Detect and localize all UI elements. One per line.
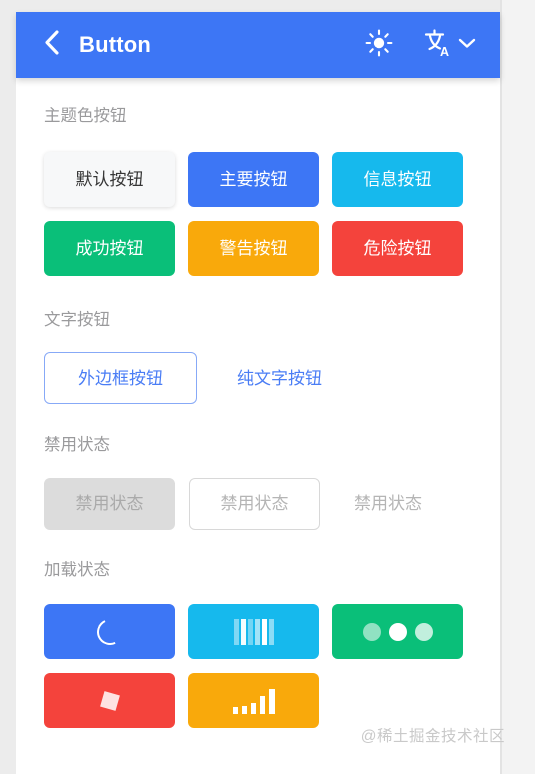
button-outline[interactable]: 外边框按钮 [44, 352, 197, 404]
loading-button-grid [44, 604, 474, 742]
arc-spinner-icon [92, 614, 127, 649]
button-loading-primary[interactable] [44, 604, 175, 659]
chevron-left-icon [43, 29, 60, 61]
back-button[interactable] [40, 29, 62, 61]
button-info[interactable]: 信息按钮 [332, 151, 463, 207]
page-right-gutter [500, 0, 535, 774]
app-page: Button A 主题色按钮 默认按钮 主要按钮 信息按钮 成功按钮 警告按钮 … [0, 0, 535, 774]
language-dropdown-button[interactable] [456, 30, 478, 60]
button-disabled-plain: 禁用状态 [350, 487, 426, 520]
section-title: 禁用状态 [44, 436, 110, 454]
disabled-button-row: 禁用状态 禁用状态 禁用状态 [44, 477, 500, 530]
section-title: 主题色按钮 [44, 107, 127, 125]
button-plain-text[interactable]: 纯文字按钮 [231, 362, 328, 395]
button-success[interactable]: 成功按钮 [44, 220, 175, 276]
section-text-buttons: 文字按钮 外边框按钮 纯文字按钮 [16, 310, 500, 404]
language-button[interactable]: A [420, 28, 454, 62]
navigation-bar: Button A [16, 12, 500, 78]
section-loading-state: 加载状态 [16, 560, 500, 743]
dots-spinner-icon [362, 622, 433, 641]
svg-text:A: A [440, 45, 449, 59]
button-disabled-filled: 禁用状态 [44, 477, 175, 530]
button-disabled-outline: 禁用状态 [189, 477, 320, 530]
page-right-edge [500, 0, 502, 774]
section-disabled-state: 禁用状态 禁用状态 禁用状态 禁用状态 [16, 437, 500, 530]
button-danger[interactable]: 危险按钮 [332, 220, 463, 276]
button-warning[interactable]: 警告按钮 [188, 220, 319, 276]
brightness-button[interactable] [362, 28, 396, 62]
button-loading-warning[interactable] [188, 673, 319, 728]
section-title: 文字按钮 [44, 310, 110, 329]
bars-spinner-icon [233, 618, 274, 645]
text-button-row: 外边框按钮 纯文字按钮 [44, 352, 500, 404]
page-title: Button [79, 32, 152, 57]
theme-color-button-grid: 默认按钮 主要按钮 信息按钮 成功按钮 警告按钮 危险按钮 [44, 151, 474, 290]
button-primary[interactable]: 主要按钮 [188, 151, 319, 207]
button-loading-info[interactable] [188, 604, 319, 659]
section-theme-colors: 主题色按钮 默认按钮 主要按钮 信息按钮 成功按钮 警告按钮 危险按钮 [16, 108, 500, 290]
translate-icon: A [421, 27, 453, 64]
button-loading-danger[interactable] [44, 673, 175, 728]
button-loading-success[interactable] [332, 604, 463, 659]
content-area: 主题色按钮 默认按钮 主要按钮 信息按钮 成功按钮 警告按钮 危险按钮 文字按钮… [16, 78, 500, 774]
section-title: 加载状态 [44, 560, 110, 579]
square-spinner-icon [99, 690, 120, 711]
button-default[interactable]: 默认按钮 [44, 151, 175, 207]
sun-icon [364, 28, 394, 63]
chevron-down-icon [457, 36, 477, 55]
steps-spinner-icon [232, 688, 275, 714]
